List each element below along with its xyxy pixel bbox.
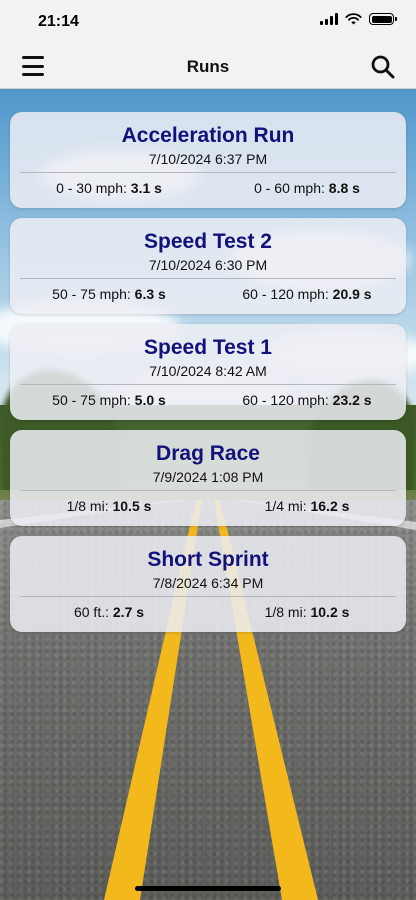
run-card[interactable]: Short Sprint 7/8/2024 6:34 PM 60 ft.: 2.… bbox=[10, 536, 406, 632]
metric-label: 50 - 75 mph: bbox=[52, 392, 131, 408]
run-date: 7/8/2024 6:34 PM bbox=[152, 575, 264, 591]
divider bbox=[20, 278, 396, 279]
metric-value: 2.7 s bbox=[112, 604, 145, 620]
metric-value: 6.3 s bbox=[134, 286, 166, 302]
metric-label: 50 - 75 mph: bbox=[52, 286, 131, 302]
run-metric: 1/8 mi: 10.5 s bbox=[10, 498, 208, 514]
metric-value: 5.0 s bbox=[134, 392, 166, 408]
metric-value: 10.2 s bbox=[310, 604, 350, 620]
metric-label: 60 - 120 mph: bbox=[242, 392, 329, 408]
metric-value: 16.2 s bbox=[310, 498, 350, 514]
run-date: 7/10/2024 8:42 AM bbox=[149, 363, 267, 379]
run-date: 7/10/2024 6:30 PM bbox=[148, 257, 268, 273]
metric-value: 20.9 s bbox=[332, 286, 372, 302]
page-title: Runs bbox=[186, 57, 230, 76]
run-metric: 0 - 60 mph: 8.8 s bbox=[208, 180, 406, 196]
metric-value: 23.2 s bbox=[332, 392, 372, 408]
run-title: Drag Race bbox=[156, 442, 260, 465]
metric-label: 1/8 mi: bbox=[66, 498, 109, 514]
divider bbox=[20, 172, 396, 173]
search-icon[interactable] bbox=[370, 54, 396, 80]
run-metric: 50 - 75 mph: 6.3 s bbox=[10, 286, 208, 302]
run-date: 7/10/2024 6:37 PM bbox=[148, 151, 268, 167]
metric-value: 10.5 s bbox=[112, 498, 152, 514]
run-metric: 60 - 120 mph: 23.2 s bbox=[208, 392, 406, 408]
metric-label: 60 - 120 mph: bbox=[242, 286, 329, 302]
metric-label: 1/8 mi: bbox=[264, 604, 307, 620]
home-indicator[interactable] bbox=[135, 886, 281, 891]
run-metric: 60 - 120 mph: 20.9 s bbox=[208, 286, 406, 302]
metric-label: 60 ft.: bbox=[73, 604, 109, 620]
navigation-bar: Runs bbox=[0, 44, 416, 89]
run-metric: 1/8 mi: 10.2 s bbox=[208, 604, 406, 620]
cellular-signal-icon bbox=[320, 13, 338, 25]
status-bar: 21:14 bbox=[0, 0, 416, 44]
metric-value: 3.1 s bbox=[130, 180, 162, 196]
run-metric: 60 ft.: 2.7 s bbox=[10, 604, 208, 620]
run-card[interactable]: Drag Race 7/9/2024 1:08 PM 1/8 mi: 10.5 … bbox=[10, 430, 406, 526]
divider bbox=[20, 384, 396, 385]
run-card[interactable]: Speed Test 2 7/10/2024 6:30 PM 50 - 75 m… bbox=[10, 218, 406, 314]
run-card[interactable]: Acceleration Run 7/10/2024 6:37 PM 0 - 3… bbox=[10, 112, 406, 208]
run-metric: 50 - 75 mph: 5.0 s bbox=[10, 392, 208, 408]
divider bbox=[20, 596, 396, 597]
status-time: 21:14 bbox=[38, 13, 79, 30]
divider bbox=[20, 490, 396, 491]
run-metric: 1/4 mi: 16.2 s bbox=[208, 498, 406, 514]
run-metric: 0 - 30 mph: 3.1 s bbox=[10, 180, 208, 196]
wifi-icon bbox=[345, 13, 362, 25]
run-title: Speed Test 2 bbox=[144, 230, 272, 253]
metric-label: 0 - 60 mph: bbox=[254, 180, 325, 196]
metric-label: 1/4 mi: bbox=[264, 498, 307, 514]
metric-label: 0 - 30 mph: bbox=[56, 180, 127, 196]
run-title: Short Sprint bbox=[147, 548, 269, 571]
run-title: Acceleration Run bbox=[121, 124, 295, 147]
run-date: 7/9/2024 1:08 PM bbox=[152, 469, 264, 485]
run-title: Speed Test 1 bbox=[144, 336, 272, 359]
metric-value: 8.8 s bbox=[328, 180, 360, 196]
battery-icon bbox=[369, 13, 397, 25]
run-card[interactable]: Speed Test 1 7/10/2024 8:42 AM 50 - 75 m… bbox=[10, 324, 406, 420]
runs-list: Acceleration Run 7/10/2024 6:37 PM 0 - 3… bbox=[10, 112, 406, 642]
status-icons bbox=[320, 13, 397, 25]
